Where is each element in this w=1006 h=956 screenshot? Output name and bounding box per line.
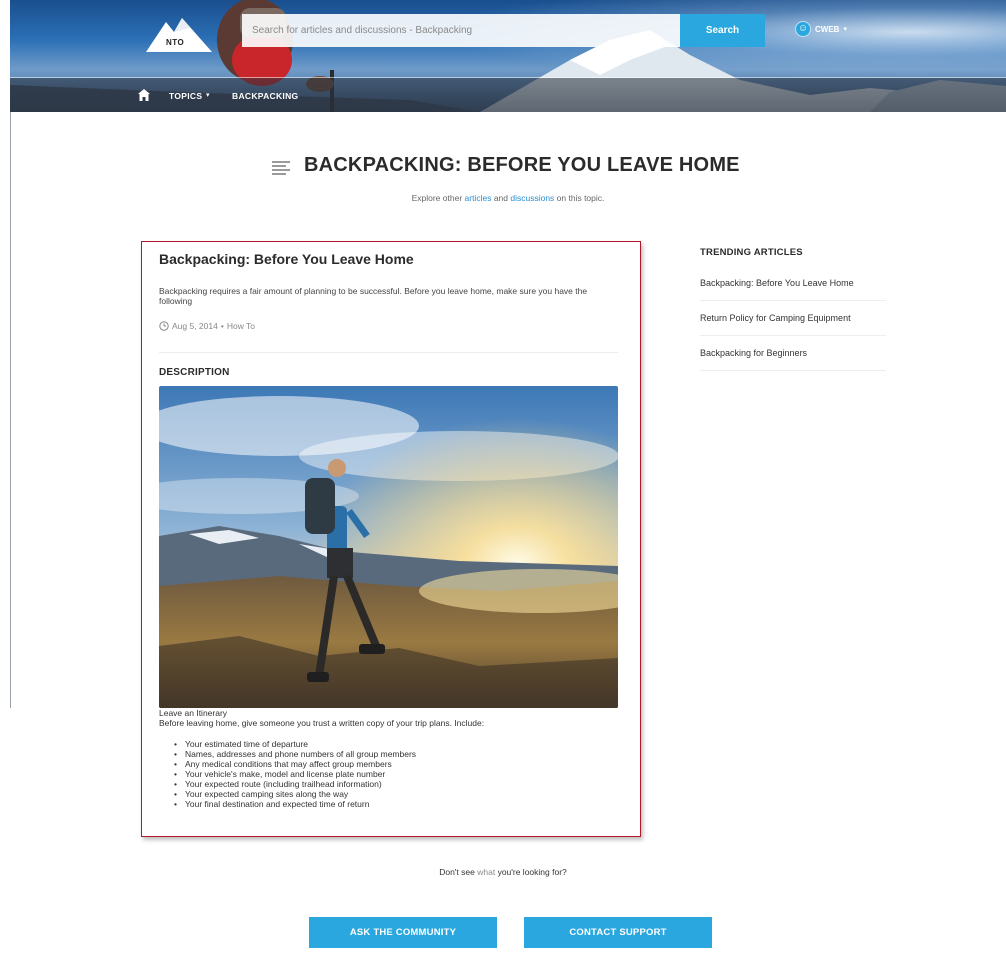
body-intro: Before leaving home, give someone you tr…: [159, 718, 485, 728]
meta-separator: •: [220, 321, 224, 331]
body-heading: Leave an Itinerary: [159, 708, 228, 718]
itinerary-checklist: Your estimated time of departure Names, …: [174, 739, 416, 809]
article-type: How To: [226, 321, 256, 331]
chevron-down-icon: ▾: [843, 26, 847, 33]
article-hiker-image: [159, 386, 618, 708]
nto-logo-icon[interactable]: [144, 14, 214, 54]
article-divider: [159, 352, 618, 353]
trending-item[interactable]: Return Policy for Camping Equipment: [700, 301, 886, 336]
list-item: Your expected camping sites along the wa…: [174, 789, 416, 799]
search-button[interactable]: Search: [680, 14, 765, 47]
topic-subtitle-suffix: on this topic.: [554, 193, 605, 203]
article-meta: Aug 5, 2014 • How To: [159, 321, 255, 331]
nav-current-topic[interactable]: BACKPACKING: [232, 91, 298, 101]
clock-icon: [159, 321, 169, 331]
list-item: Your expected route (including trailhead…: [174, 779, 416, 789]
trending-item[interactable]: Backpacking: Before You Leave Home: [700, 266, 886, 301]
page-title: BACKPACKING: BEFORE YOU LEAVE HOME: [304, 154, 740, 176]
trending-list: Backpacking: Before You Leave Home Retur…: [700, 266, 886, 371]
footer-question-suffix: you're looking for?: [495, 867, 567, 877]
list-item: Your final destination and expected time…: [174, 799, 416, 809]
trending-heading: TRENDING ARTICLES: [700, 247, 803, 258]
footer-question-accent: what: [477, 867, 496, 877]
home-icon[interactable]: [138, 89, 150, 101]
list-item: Any medical conditions that may affect g…: [174, 759, 416, 769]
contact-support-button[interactable]: CONTACT SUPPORT: [524, 917, 712, 948]
discussions-link[interactable]: discussions: [510, 193, 554, 203]
ask-community-button[interactable]: ASK THE COMMUNITY: [309, 917, 497, 948]
footer-question-prefix: Don't see: [439, 867, 478, 877]
trending-item[interactable]: Backpacking for Beginners: [700, 336, 886, 371]
nav-topics-menu[interactable]: TOPICS: [169, 91, 202, 101]
user-menu[interactable]: ☺ CWEB ▾: [795, 21, 847, 37]
article-title[interactable]: Backpacking: Before You Leave Home: [159, 251, 414, 267]
search-input[interactable]: [242, 14, 680, 47]
user-avatar-icon: ☺: [795, 21, 811, 37]
article-summary: Backpacking requires a fair amount of pl…: [159, 286, 588, 306]
list-item: Names, addresses and phone numbers of al…: [174, 749, 416, 759]
topic-list-icon: [272, 161, 290, 175]
chevron-down-icon[interactable]: ▾: [206, 91, 210, 99]
articles-link[interactable]: articles: [465, 193, 492, 203]
article-date: Aug 5, 2014: [172, 321, 218, 331]
user-name: CWEB: [815, 24, 840, 34]
list-item: Your estimated time of departure: [174, 739, 416, 749]
topic-subtitle: Explore other articles and discussions o…: [0, 193, 1006, 203]
description-heading: DESCRIPTION: [159, 367, 230, 378]
topic-subtitle-mid: and: [491, 193, 511, 203]
topic-subtitle-prefix: Explore other: [411, 193, 465, 203]
nav-bar: [10, 78, 1006, 112]
list-item: Your vehicle's make, model and license p…: [174, 769, 416, 779]
logo-text: NTO: [166, 38, 185, 47]
footer-question: Don't see what you're looking for?: [0, 867, 1006, 877]
